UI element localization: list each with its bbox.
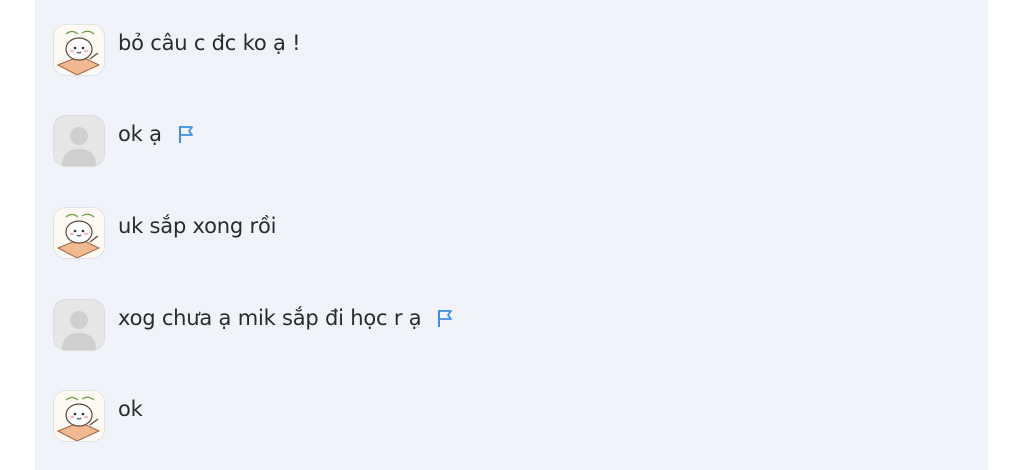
flag-icon[interactable] (435, 308, 455, 328)
flag-icon[interactable] (176, 124, 196, 144)
user-avatar[interactable] (53, 390, 105, 442)
default-user-icon (62, 311, 96, 350)
default-user-icon (62, 127, 96, 166)
message-text: ok (118, 397, 143, 421)
message-text: uk sắp xong rồi (118, 214, 277, 238)
user-avatar[interactable] (53, 299, 105, 351)
message-text: xog chưa ạ mik sắp đi học r ạ (118, 306, 422, 330)
message-item: ok (53, 390, 143, 442)
cartoon-cat-icon (54, 391, 104, 441)
message-item: bỏ câu c đc ko ạ ! (53, 24, 301, 76)
user-avatar[interactable] (53, 207, 105, 259)
user-avatar[interactable] (53, 24, 105, 76)
message-text: bỏ câu c đc ko ạ ! (118, 31, 301, 55)
message-item: xog chưa ạ mik sắp đi học r ạ (53, 299, 455, 351)
message-item: uk sắp xong rồi (53, 207, 276, 259)
cartoon-cat-icon (54, 25, 104, 75)
message-item: ok ạ (53, 115, 196, 167)
chat-panel: bỏ câu c đc ko ạ ! ok ạ uk sắp xong rồi … (35, 0, 988, 470)
user-avatar[interactable] (53, 115, 105, 167)
cartoon-cat-icon (54, 208, 104, 258)
message-text: ok ạ (118, 122, 162, 146)
